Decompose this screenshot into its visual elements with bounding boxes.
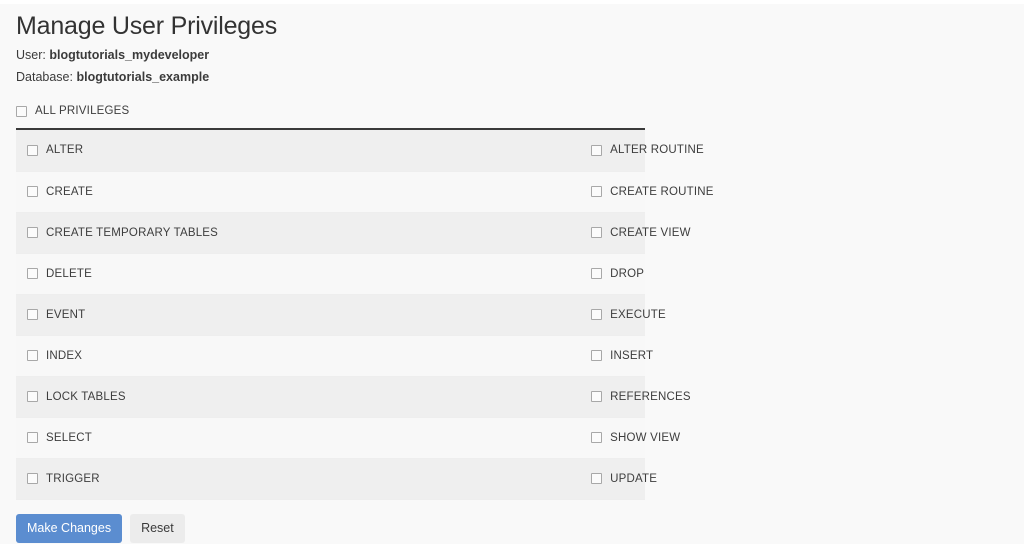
privileges-table-body: ALTER ALTER ROUTINE CREATE CREATE ROUTINE CR… — [16, 130, 713, 500]
privilege-cell-right[interactable]: CREATE ROUTINE — [218, 171, 713, 213]
privilege-checkbox[interactable] — [591, 186, 603, 197]
privilege-cell-right[interactable]: REFERENCES — [218, 376, 691, 418]
privilege-label: REFERENCES — [610, 390, 691, 403]
privilege-label: CREATE TEMPORARY TABLES — [46, 226, 219, 239]
table-row: INDEX INSERT — [16, 335, 653, 377]
privilege-checkbox[interactable] — [591, 473, 603, 484]
privilege-label: INSERT — [610, 349, 654, 362]
privilege-checkbox[interactable] — [27, 473, 38, 484]
privilege-checkbox[interactable] — [591, 309, 603, 320]
privilege-checkbox[interactable] — [27, 186, 38, 197]
privilege-label: UPDATE — [610, 472, 658, 485]
privilege-cell-right[interactable]: DROP — [218, 253, 645, 295]
table-row: EVENT EXECUTE — [16, 294, 666, 336]
user-value: blogtutorials_mydeveloper — [49, 48, 210, 62]
privilege-cell-left[interactable]: SELECT — [16, 417, 219, 459]
privilege-checkbox[interactable] — [27, 391, 38, 402]
privileges-page: Manage User Privileges User: blogtutoria… — [0, 0, 1024, 544]
privilege-cell-left[interactable]: TRIGGER — [16, 458, 219, 500]
privilege-checkbox[interactable] — [591, 144, 603, 156]
privilege-checkbox[interactable] — [27, 227, 38, 238]
privilege-label: ALTER ROUTINE — [610, 144, 704, 157]
privilege-cell-left[interactable]: EVENT — [16, 294, 219, 336]
privilege-label: SHOW VIEW — [610, 431, 681, 444]
make-changes-button[interactable]: Make Changes — [16, 513, 123, 543]
page-content: Manage User Privileges User: blogtutoria… — [16, 8, 1008, 543]
privilege-cell-right[interactable]: SHOW VIEW — [218, 417, 680, 459]
privilege-checkbox[interactable] — [27, 268, 38, 279]
privilege-cell-right[interactable]: EXECUTE — [218, 294, 666, 336]
privilege-label: DROP — [610, 267, 645, 280]
all-privileges-row[interactable]: ALL PRIVILEGES — [16, 102, 1008, 120]
privilege-checkbox[interactable] — [591, 432, 603, 443]
page-title: Manage User Privileges — [16, 12, 277, 40]
privilege-label: EVENT — [46, 308, 86, 321]
privilege-cell-right[interactable]: UPDATE — [218, 458, 657, 500]
privilege-checkbox[interactable] — [27, 144, 38, 156]
privilege-checkbox[interactable] — [27, 432, 38, 443]
privilege-label: TRIGGER — [46, 472, 100, 485]
table-row: ALTER ALTER ROUTINE — [16, 130, 704, 172]
table-row: CREATE CREATE ROUTINE — [16, 171, 713, 213]
privilege-cell-left[interactable]: ALTER — [16, 130, 219, 172]
privilege-cell-left[interactable]: CREATE TEMPORARY TABLES — [16, 212, 219, 254]
table-row: LOCK TABLES REFERENCES — [16, 376, 691, 418]
privilege-label: CREATE — [46, 185, 93, 198]
table-row: DELETE DROP — [16, 253, 645, 295]
privilege-cell-left[interactable]: LOCK TABLES — [16, 376, 219, 418]
privilege-cell-left[interactable]: INDEX — [16, 335, 219, 377]
user-label: User: — [16, 48, 46, 62]
privilege-cell-right[interactable]: ALTER ROUTINE — [218, 130, 704, 172]
privilege-cell-right[interactable]: CREATE VIEW — [218, 212, 690, 254]
table-row: CREATE TEMPORARY TABLES CREATE VIEW — [16, 212, 690, 254]
reset-button[interactable]: Reset — [130, 513, 185, 543]
privilege-checkbox[interactable] — [591, 391, 603, 402]
database-label: Database: — [16, 70, 73, 84]
database-value: blogtutorials_example — [76, 70, 210, 84]
privileges-table: ALTER ALTER ROUTINE CREATE CREATE ROUTINE CR… — [16, 130, 713, 500]
privilege-checkbox[interactable] — [591, 227, 603, 238]
all-privileges-label: ALL PRIVILEGES — [35, 105, 130, 117]
privilege-label: SELECT — [46, 431, 92, 444]
privilege-cell-left[interactable]: DELETE — [16, 253, 219, 295]
privilege-checkbox[interactable] — [591, 350, 603, 361]
privilege-label: EXECUTE — [610, 308, 666, 321]
all-privileges-checkbox[interactable] — [16, 105, 27, 117]
privilege-label: CREATE ROUTINE — [610, 185, 714, 198]
table-row: SELECT SHOW VIEW — [16, 417, 680, 459]
privilege-label: LOCK TABLES — [46, 390, 126, 403]
table-row: TRIGGER UPDATE — [16, 458, 657, 500]
privilege-cell-left[interactable]: CREATE — [16, 171, 219, 213]
privilege-checkbox[interactable] — [27, 350, 38, 361]
privilege-label: ALTER — [46, 144, 84, 157]
user-info-line: User: blogtutorials_mydeveloper — [16, 47, 1008, 63]
database-info-line: Database: blogtutorials_example — [16, 69, 1008, 85]
form-actions: Make Changes Reset — [16, 513, 1008, 543]
privilege-checkbox[interactable] — [591, 268, 603, 279]
privilege-cell-right[interactable]: INSERT — [218, 335, 653, 377]
privilege-label: CREATE VIEW — [610, 226, 691, 239]
privilege-checkbox[interactable] — [27, 309, 38, 320]
privilege-label: DELETE — [46, 267, 92, 280]
privilege-label: INDEX — [46, 349, 83, 362]
